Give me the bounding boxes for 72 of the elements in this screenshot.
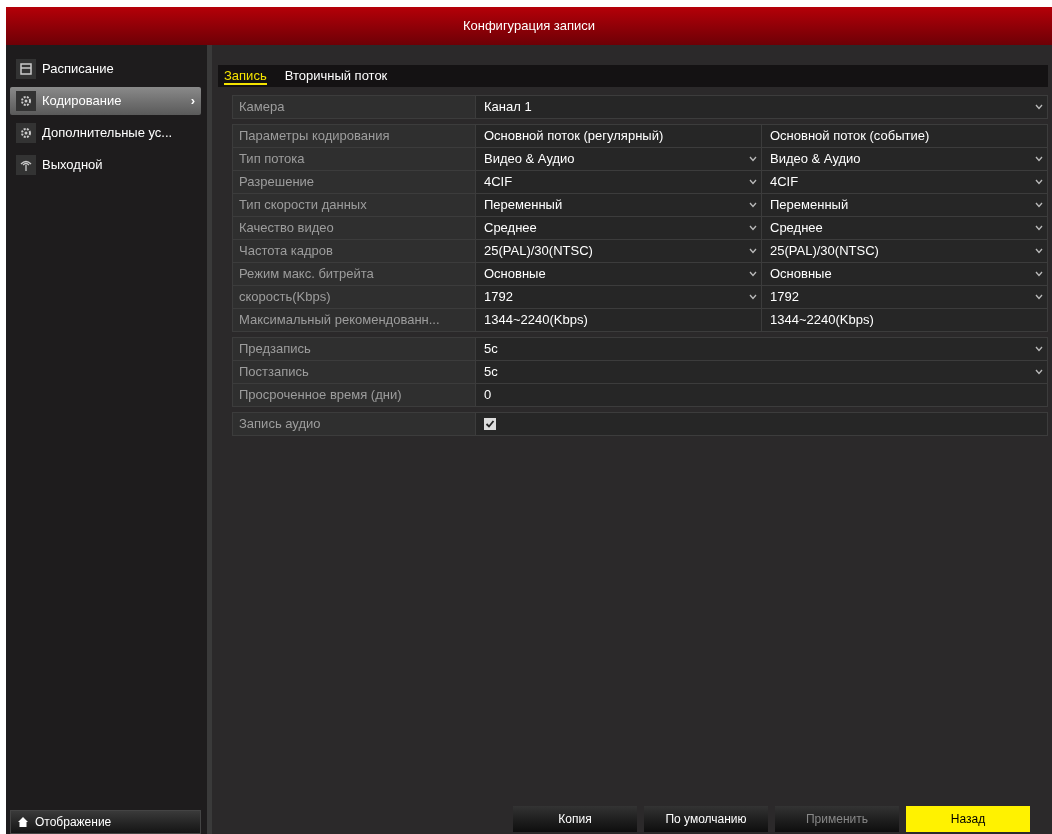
checkbox[interactable]	[484, 418, 496, 430]
setting-label: Параметры кодирования	[238, 127, 391, 146]
caret-icon	[749, 271, 757, 277]
dropdown-field[interactable]: 1792	[475, 286, 761, 308]
caret-icon	[749, 156, 757, 162]
caret-icon	[749, 294, 757, 300]
dropdown-field[interactable]: 25(PAL)/30(NTSC)	[475, 240, 761, 262]
setting-label: Запись аудио	[238, 415, 322, 434]
caret-icon	[749, 225, 757, 231]
gear-icon	[19, 94, 33, 108]
sidebar-item[interactable]: Расписание	[10, 55, 201, 83]
value-field: 1344~2240(Kbps)	[761, 309, 1047, 331]
setting-label: Предзапись	[238, 340, 312, 359]
caret-icon	[1035, 104, 1043, 110]
setting-label: Тип скорости данных	[238, 196, 368, 215]
sidebar-item[interactable]: Кодирование ›	[10, 87, 201, 115]
caret-icon	[1035, 156, 1043, 162]
dropdown-field[interactable]: Основные	[475, 263, 761, 285]
dropdown-field[interactable]: 1792	[761, 286, 1047, 308]
caret-icon	[1035, 202, 1043, 208]
value-field: Основной поток (регулярный)	[475, 125, 761, 147]
setting-label: Максимальный рекомендованн...	[238, 311, 441, 330]
caret-icon	[1035, 248, 1043, 254]
setting-label: скорость(Kbps)	[238, 288, 332, 307]
action-button[interactable]: Назад	[906, 806, 1030, 832]
home-icon	[17, 816, 29, 828]
setting-label: Качество видео	[238, 219, 335, 238]
setting-label: Режим макс. битрейта	[238, 265, 375, 284]
display-button[interactable]: Отображение	[10, 810, 201, 834]
setting-label: Камера	[238, 98, 286, 117]
dropdown-field[interactable]: Среднее	[475, 217, 761, 239]
value-field: Основной поток (событие)	[761, 125, 1047, 147]
sidebar-item[interactable]: Выходной	[10, 151, 201, 179]
dropdown-field[interactable]: Видео & Аудио	[761, 148, 1047, 170]
window-title: Конфигурация записи	[462, 17, 596, 36]
setting-label: Постзапись	[238, 363, 310, 382]
setting-label: Просроченное время (дни)	[238, 386, 403, 405]
tab[interactable]: Запись	[224, 68, 267, 85]
setting-label: Частота кадров	[238, 242, 334, 261]
caret-icon	[1035, 346, 1043, 352]
setting-label: Разрешение	[238, 173, 316, 192]
setting-label: Тип потока	[238, 150, 306, 169]
caret-icon	[1035, 271, 1043, 277]
dropdown-field[interactable]: Переменный	[475, 194, 761, 216]
dropdown-field[interactable]: Канал 1	[475, 96, 1047, 118]
sidebar-item[interactable]: Дополнительные ус...	[10, 119, 201, 147]
value-field: 0	[475, 384, 1047, 406]
dropdown-field[interactable]: 4CIF	[761, 171, 1047, 193]
chevron-icon: ›	[190, 91, 195, 111]
caret-icon	[749, 202, 757, 208]
dropdown-field[interactable]: 4CIF	[475, 171, 761, 193]
action-button[interactable]: По умолчанию	[644, 806, 768, 832]
action-button[interactable]: Копия	[513, 806, 637, 832]
caret-icon	[1035, 179, 1043, 185]
caret-icon	[1035, 369, 1043, 375]
caret-icon	[749, 248, 757, 254]
dropdown-field[interactable]: Среднее	[761, 217, 1047, 239]
dropdown-field[interactable]: Видео & Аудио	[475, 148, 761, 170]
antenna-icon	[19, 158, 33, 172]
gear-icon	[19, 126, 33, 140]
dropdown-field[interactable]: 5с	[475, 338, 1047, 360]
caret-icon	[1035, 294, 1043, 300]
caret-icon	[749, 179, 757, 185]
dropdown-field[interactable]: Основные	[761, 263, 1047, 285]
dropdown-field[interactable]: 25(PAL)/30(NTSC)	[761, 240, 1047, 262]
tab[interactable]: Вторичный поток	[284, 68, 388, 85]
caret-icon	[1035, 225, 1043, 231]
calendar-icon	[19, 62, 33, 76]
check-icon	[485, 419, 495, 429]
dropdown-field[interactable]: Переменный	[761, 194, 1047, 216]
value-field: 1344~2240(Kbps)	[475, 309, 761, 331]
dropdown-field[interactable]: 5с	[475, 361, 1047, 383]
